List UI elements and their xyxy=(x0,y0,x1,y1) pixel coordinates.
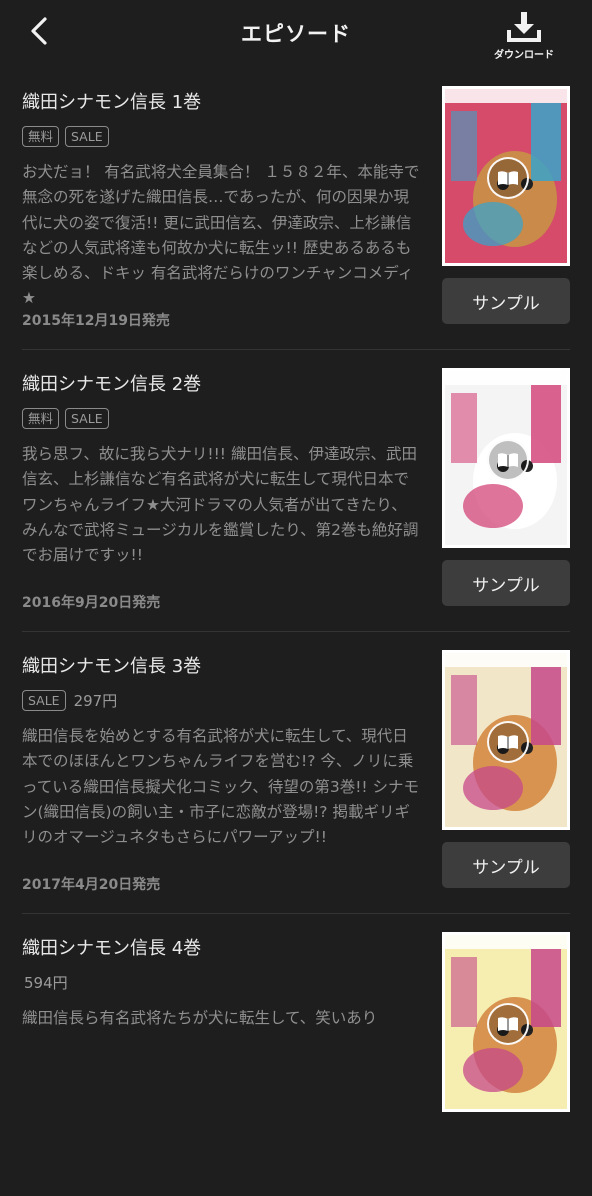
release-date: 2017年4月20日発売 xyxy=(22,877,161,893)
episode-list: 織田シナモン信長 1巻 無料 SALE お犬だョ！ 有名武将犬全員集合！ １５８２年、… xyxy=(0,68,592,1196)
episode-item[interactable]: 織田シナモン信長 1巻無料 SALE お犬だョ！ 有名武将犬全員集合！ １５８２年、… xyxy=(22,68,570,350)
sale-badge: SALE xyxy=(65,408,109,429)
episode-item[interactable]: 織田シナモン信長 2巻無料 SALE 我ら思フ、故に我ら犬ナリ!!! 織田信長、伊達… xyxy=(22,350,570,632)
download-label: ダウンロード xyxy=(494,50,554,61)
episode-description: 織田信長を始めとする有名武将が犬に転生して、現代日本でのほほんとワンちゃんライフ… xyxy=(22,727,420,847)
preview-icon[interactable] xyxy=(487,1003,529,1045)
episode-tags: 無料 SALE xyxy=(22,126,109,147)
episode-description: 織田信長ら有名武将たちが犬に転生して、笑いあり xyxy=(22,1009,378,1027)
cover-art xyxy=(445,371,567,545)
episode-item[interactable]: 織田シナモン信長 3巻 SALE 297円織田信長を始めとする有名武将が犬に転生して… xyxy=(22,632,570,914)
sale-badge: SALE xyxy=(65,126,109,147)
episode-price: 297円 xyxy=(73,692,118,710)
cover-art xyxy=(445,653,567,827)
sale-badge: SALE xyxy=(22,690,66,711)
cover-image[interactable] xyxy=(442,86,570,266)
episode-title[interactable]: 織田シナモン信長 2巻 xyxy=(22,370,201,396)
episode-description: 我ら思フ、故に我ら犬ナリ!!! 織田信長、伊達政宗、武田信玄、上杉謙信など有名武… xyxy=(22,445,419,565)
episode-title[interactable]: 織田シナモン信長 4巻 xyxy=(22,934,201,960)
sample-button[interactable]: サンプル xyxy=(442,560,570,606)
episode-tags: 594円 xyxy=(22,972,68,993)
free-badge: 無料 xyxy=(22,408,60,429)
download-icon xyxy=(507,12,541,42)
cover-image[interactable] xyxy=(442,368,570,548)
cover-image[interactable] xyxy=(442,650,570,830)
free-badge: 無料 xyxy=(22,126,60,147)
sample-button[interactable]: サンプル xyxy=(442,842,570,888)
preview-icon[interactable] xyxy=(487,439,529,481)
episode-tags: SALE 297円 xyxy=(22,690,117,711)
download-button[interactable]: ダウンロード xyxy=(494,10,554,62)
episode-description: お犬だョ！ 有名武将犬全員集合！ １５８２年、本能寺で無念の死を遂げた織田信長…… xyxy=(22,163,420,308)
header-bar: エピソード ダウンロード xyxy=(0,0,592,68)
release-date: 2016年9月20日発売 xyxy=(22,595,161,611)
cover-art xyxy=(445,935,567,1109)
episode-tags: 無料 SALE xyxy=(22,408,109,429)
release-date: 2015年12月19日発売 xyxy=(22,313,170,329)
preview-icon[interactable] xyxy=(487,721,529,763)
episode-title[interactable]: 織田シナモン信長 3巻 xyxy=(22,652,201,678)
episode-item[interactable]: 織田シナモン信長 4巻 594円織田信長ら有名武将たちが犬に転生して、笑いあり xyxy=(22,914,570,1196)
preview-icon[interactable] xyxy=(487,157,529,199)
cover-image[interactable] xyxy=(442,932,570,1112)
episode-price: 594円 xyxy=(24,974,68,992)
episode-title[interactable]: 織田シナモン信長 1巻 xyxy=(22,88,201,114)
sample-button[interactable]: サンプル xyxy=(442,278,570,324)
cover-art xyxy=(445,89,567,263)
